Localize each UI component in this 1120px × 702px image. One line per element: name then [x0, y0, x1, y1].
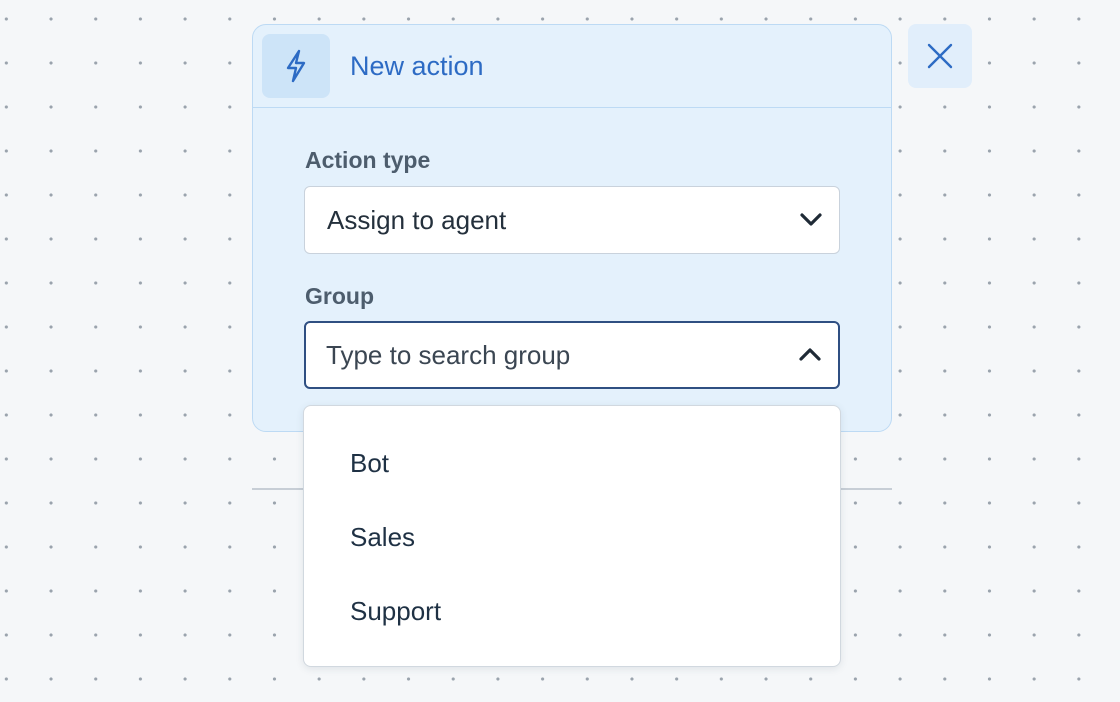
group-option-bot[interactable]: Bot	[304, 426, 840, 500]
card-header: New action	[253, 25, 891, 108]
group-label: Group	[305, 283, 374, 309]
chevron-up-icon	[799, 348, 821, 361]
action-type-label: Action type	[305, 147, 431, 173]
group-search-select[interactable]	[304, 321, 840, 389]
new-action-card: New action Action type Assign to agent G…	[252, 24, 892, 432]
group-option-sales[interactable]: Sales	[304, 500, 840, 574]
group-option-support[interactable]: Support	[304, 574, 840, 648]
action-type-select[interactable]: Assign to agent	[304, 186, 840, 254]
chevron-down-icon	[800, 213, 822, 226]
group-search-input[interactable]	[326, 339, 766, 371]
card-title: New action	[350, 50, 484, 81]
action-type-value: Assign to agent	[327, 204, 507, 235]
group-options-dropdown: Bot Sales Support	[303, 405, 841, 667]
close-icon	[927, 43, 953, 69]
close-button[interactable]	[908, 24, 972, 88]
lightning-bolt-icon	[262, 34, 330, 98]
